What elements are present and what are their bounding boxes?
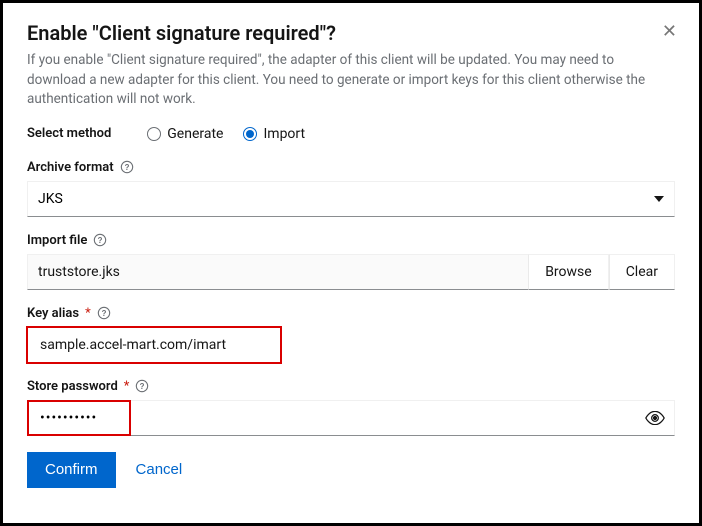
eye-icon[interactable]: [645, 411, 665, 425]
cancel-button[interactable]: Cancel: [136, 461, 183, 478]
store-password-field: Store password * ?: [27, 379, 675, 436]
svg-text:?: ?: [101, 309, 106, 318]
radio-circle-icon: [147, 127, 161, 141]
required-star: *: [124, 379, 130, 394]
help-icon[interactable]: ?: [97, 306, 111, 320]
dialog-description: If you enable "Client signature required…: [27, 51, 667, 110]
radio-import-label: Import: [263, 126, 305, 142]
import-file-name: truststore.jks: [27, 254, 528, 290]
help-icon[interactable]: ?: [120, 160, 134, 174]
store-password-row: [27, 400, 675, 436]
dialog-frame: ✕ Enable "Client signature required"? If…: [0, 0, 702, 526]
required-star: *: [85, 306, 91, 321]
help-icon[interactable]: ?: [135, 379, 149, 393]
archive-format-label-row: Archive format ?: [27, 160, 675, 175]
select-method-row: Select method Generate Import: [27, 126, 675, 142]
dialog-buttons: Confirm Cancel: [27, 452, 675, 488]
dialog-title: Enable "Client signature required"?: [27, 21, 675, 45]
store-password-label: Store password: [27, 379, 118, 394]
archive-format-label: Archive format: [27, 160, 114, 175]
radio-generate-label: Generate: [167, 126, 223, 142]
import-file-label-row: Import file ?: [27, 233, 675, 248]
radio-group-method: Generate Import: [147, 126, 305, 142]
clear-button[interactable]: Clear: [609, 254, 675, 290]
caret-down-icon: [654, 196, 664, 202]
store-password-label-row: Store password * ?: [27, 379, 675, 394]
radio-import[interactable]: Import: [243, 126, 305, 142]
store-password-input[interactable]: [38, 409, 634, 427]
import-file-field: Import file ? truststore.jks Browse Clea…: [27, 233, 675, 290]
select-method-label: Select method: [27, 126, 111, 141]
svg-text:?: ?: [140, 382, 145, 391]
key-alias-label-row: Key alias * ?: [27, 306, 675, 321]
archive-format-select[interactable]: JKS: [27, 181, 675, 217]
help-icon[interactable]: ?: [93, 233, 107, 247]
key-alias-field: Key alias * ?: [27, 306, 675, 363]
svg-text:?: ?: [124, 163, 129, 172]
import-file-group: truststore.jks Browse Clear: [27, 254, 675, 290]
archive-format-field: Archive format ? JKS: [27, 160, 675, 217]
import-file-label: Import file: [27, 233, 87, 248]
store-password-input-wrapper: [27, 400, 675, 436]
browse-button[interactable]: Browse: [528, 254, 608, 290]
archive-format-value: JKS: [38, 191, 63, 207]
key-alias-input-wrapper: [27, 327, 281, 363]
radio-circle-icon: [243, 127, 257, 141]
key-alias-label: Key alias: [27, 306, 79, 321]
svg-text:?: ?: [98, 236, 103, 245]
radio-generate[interactable]: Generate: [147, 126, 223, 142]
close-icon[interactable]: ✕: [662, 21, 677, 42]
key-alias-input[interactable]: [38, 328, 270, 362]
confirm-button[interactable]: Confirm: [27, 452, 116, 488]
